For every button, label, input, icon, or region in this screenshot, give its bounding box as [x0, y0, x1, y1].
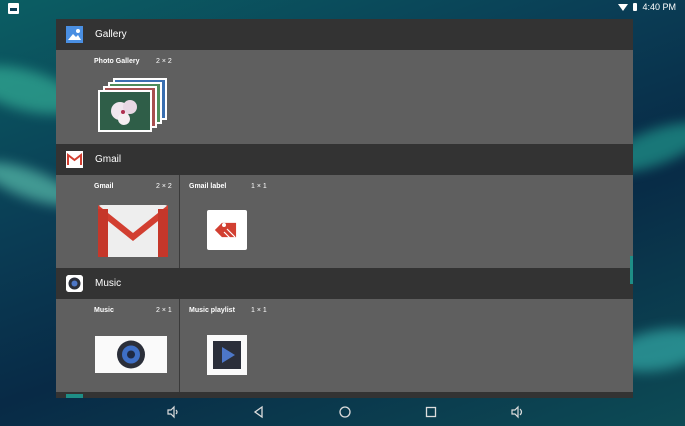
widget-music[interactable]: Music 2 × 1 — [56, 299, 179, 393]
widget-name: Music — [94, 307, 114, 314]
gmail-label-icon — [207, 210, 247, 250]
widget-size: 2 × 1 — [156, 307, 172, 314]
gmail-app-icon — [66, 151, 83, 168]
widget-name: Photo Gallery — [94, 58, 140, 65]
widget-photo-gallery[interactable]: Photo Gallery 2 × 2 — [56, 50, 633, 144]
widget-size: 1 × 1 — [251, 183, 267, 190]
notification-image-icon — [8, 3, 19, 14]
widget-gmail[interactable]: Gmail 2 × 2 — [56, 175, 179, 269]
section-title: Gallery — [95, 29, 127, 40]
section-title: Gmail — [95, 154, 122, 165]
widget-row-gallery: Photo Gallery 2 × 2 — [56, 50, 633, 144]
navigation-bar — [0, 398, 685, 426]
battery-icon — [633, 3, 638, 11]
widget-name: Music playlist — [189, 307, 235, 314]
scrollbar-thumb[interactable] — [630, 256, 633, 284]
gmail-envelope-icon — [98, 205, 168, 257]
volume-up-icon[interactable] — [510, 405, 524, 419]
widget-name: Gmail — [94, 183, 114, 190]
home-icon[interactable] — [338, 405, 352, 419]
section-header-gmail: Gmail — [56, 144, 633, 175]
status-time: 4:40 PM — [642, 2, 676, 12]
widget-music-playlist[interactable]: Music playlist 1 × 1 — [180, 299, 633, 393]
section-header-gallery: Gallery — [56, 19, 633, 50]
recents-icon[interactable] — [424, 405, 438, 419]
music-app-icon — [66, 275, 83, 292]
widget-list[interactable]: Gallery Photo Gallery 2 × 2 Gmail Gmail … — [56, 19, 633, 398]
section-header-music: Music — [56, 268, 633, 299]
music-speaker-icon — [95, 336, 167, 373]
widget-size: 2 × 2 — [156, 183, 172, 190]
widget-size: 2 × 2 — [156, 58, 172, 65]
widget-row-gmail: Gmail 2 × 2 Gmail label 1 × 1 — [56, 175, 633, 269]
music-playlist-icon — [207, 335, 247, 375]
volume-down-icon[interactable] — [166, 405, 180, 419]
widget-name: Gmail label — [189, 183, 227, 190]
gallery-app-icon — [66, 26, 83, 43]
photo-gallery-preview — [98, 78, 167, 132]
wifi-icon — [618, 3, 629, 11]
section-title: Music — [95, 278, 122, 289]
widget-row-music: Music 2 × 1 Music playlist 1 × 1 — [56, 299, 633, 393]
widget-size: 1 × 1 — [251, 307, 267, 314]
status-bar: 4:40 PM — [0, 0, 685, 16]
back-icon[interactable] — [252, 405, 266, 419]
widget-gmail-label[interactable]: Gmail label 1 × 1 — [180, 175, 633, 269]
